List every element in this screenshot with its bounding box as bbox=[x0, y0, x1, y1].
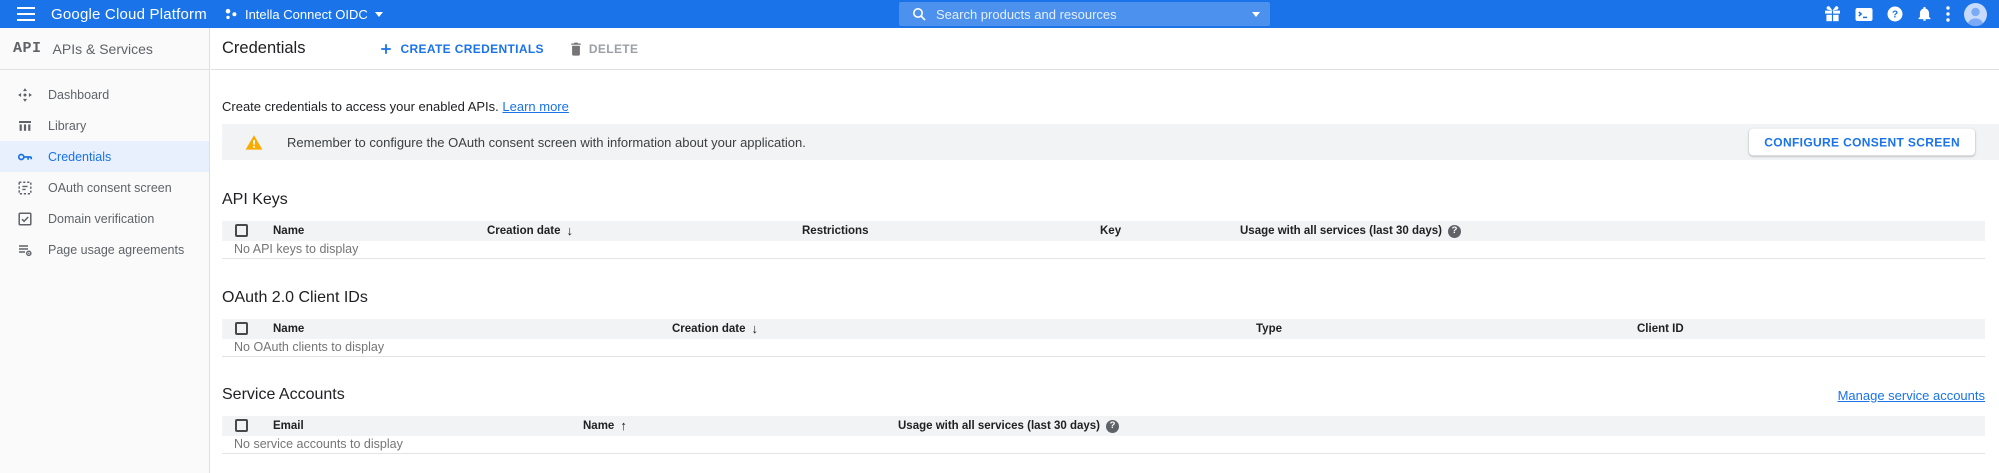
project-name: Intella Connect OIDC bbox=[245, 7, 368, 22]
cloud-shell-icon[interactable] bbox=[1855, 7, 1873, 22]
header-actions: ? bbox=[1824, 0, 1987, 28]
configure-consent-screen-button[interactable]: CONFIGURE CONSENT SCREEN bbox=[1749, 129, 1975, 156]
empty-state-text: No OAuth clients to display bbox=[222, 339, 1985, 357]
avatar[interactable] bbox=[1964, 3, 1987, 26]
service-accounts-header-row: Service Accounts Manage service accounts bbox=[222, 386, 1985, 404]
learn-more-link[interactable]: Learn more bbox=[502, 99, 568, 114]
column-name[interactable]: Name ↑ bbox=[583, 416, 627, 436]
page-title: Credentials bbox=[222, 39, 305, 58]
gift-icon[interactable] bbox=[1824, 6, 1841, 22]
project-icon bbox=[225, 7, 238, 21]
sort-descending-icon: ↓ bbox=[752, 319, 759, 339]
notifications-bell-icon[interactable] bbox=[1917, 6, 1932, 22]
sidebar-item-dashboard[interactable]: Dashboard bbox=[0, 79, 209, 110]
more-options-kebab-icon[interactable] bbox=[1946, 6, 1950, 22]
api-keys-section: API Keys Name Creation date ↓ Restrictio… bbox=[222, 191, 1985, 259]
section-title: API Keys bbox=[222, 191, 1985, 209]
svg-text:?: ? bbox=[1892, 10, 1898, 21]
column-usage[interactable]: Usage with all services (last 30 days) ? bbox=[1240, 221, 1461, 241]
sidebar-item-page-usage-agreements[interactable]: Page usage agreements bbox=[0, 234, 209, 265]
dashboard-icon bbox=[17, 87, 33, 103]
app-header: Google Cloud Platform Intella Connect OI… bbox=[0, 0, 1999, 28]
sidebar-item-label: OAuth consent screen bbox=[48, 181, 172, 195]
column-name[interactable]: Name bbox=[273, 221, 304, 241]
sidebar: API APIs & Services Dashboard Library bbox=[0, 28, 210, 473]
select-all-checkbox[interactable] bbox=[235, 419, 248, 432]
list-gear-icon bbox=[17, 242, 33, 258]
sort-ascending-icon: ↑ bbox=[620, 416, 627, 436]
key-icon bbox=[17, 149, 33, 165]
search-icon bbox=[912, 7, 926, 21]
sidebar-item-library[interactable]: Library bbox=[0, 110, 209, 141]
column-creation-date[interactable]: Creation date ↓ bbox=[487, 221, 573, 241]
intro-text: Create credentials to access your enable… bbox=[222, 99, 1999, 114]
oauth-clients-section: OAuth 2.0 Client IDs Name Creation date … bbox=[222, 289, 1985, 357]
oauth-table-header: Name Creation date ↓ Type Client ID bbox=[222, 319, 1985, 339]
plus-icon bbox=[379, 42, 393, 56]
column-name[interactable]: Name bbox=[273, 319, 304, 339]
section-title: Service Accounts bbox=[222, 386, 345, 404]
main-content: Credentials CREATE CREDENTIALS DELETE Cr… bbox=[211, 28, 1999, 473]
chevron-down-icon bbox=[375, 12, 383, 17]
page-toolbar: Credentials CREATE CREDENTIALS DELETE bbox=[211, 28, 1999, 70]
sidebar-header: API APIs & Services bbox=[0, 28, 209, 70]
project-selector[interactable]: Intella Connect OIDC bbox=[225, 7, 383, 22]
search-bar[interactable] bbox=[899, 2, 1270, 26]
api-logo: API bbox=[13, 40, 42, 57]
checkbox-check-icon bbox=[17, 211, 33, 227]
help-circle-icon[interactable]: ? bbox=[1448, 225, 1461, 238]
select-all-checkbox[interactable] bbox=[235, 224, 248, 237]
api-keys-table-header: Name Creation date ↓ Restrictions Key Us… bbox=[222, 221, 1985, 241]
consent-screen-icon bbox=[17, 180, 33, 196]
help-circle-icon[interactable]: ? bbox=[1106, 420, 1119, 433]
column-client-id[interactable]: Client ID bbox=[1637, 319, 1684, 339]
section-title: OAuth 2.0 Client IDs bbox=[222, 289, 1985, 307]
sidebar-nav: Dashboard Library Credentials bbox=[0, 70, 209, 265]
empty-state-text: No service accounts to display bbox=[222, 436, 1985, 454]
manage-service-accounts-link[interactable]: Manage service accounts bbox=[1838, 388, 1985, 403]
create-credentials-button[interactable]: CREATE CREDENTIALS bbox=[379, 42, 543, 56]
warning-icon bbox=[245, 134, 263, 150]
trash-icon bbox=[570, 42, 582, 56]
oauth-warning-banner: Remember to configure the OAuth consent … bbox=[222, 124, 1999, 160]
sidebar-item-oauth-consent-screen[interactable]: OAuth consent screen bbox=[0, 172, 209, 203]
sort-descending-icon: ↓ bbox=[567, 221, 574, 241]
product-name[interactable]: Google Cloud Platform bbox=[51, 6, 207, 23]
sidebar-item-credentials[interactable]: Credentials bbox=[0, 141, 209, 172]
service-accounts-table-header: Email Name ↑ Usage with all services (la… bbox=[222, 416, 1985, 436]
banner-message: Remember to configure the OAuth consent … bbox=[287, 135, 806, 150]
search-input[interactable] bbox=[936, 7, 1252, 22]
help-icon[interactable]: ? bbox=[1887, 6, 1903, 22]
column-key[interactable]: Key bbox=[1100, 221, 1121, 241]
sidebar-item-label: Dashboard bbox=[48, 88, 109, 102]
empty-state-text: No API keys to display bbox=[222, 241, 1985, 259]
column-creation-date[interactable]: Creation date ↓ bbox=[672, 319, 758, 339]
sidebar-title: APIs & Services bbox=[53, 41, 153, 57]
column-email[interactable]: Email bbox=[273, 416, 304, 436]
library-icon bbox=[17, 118, 33, 134]
chevron-down-icon[interactable] bbox=[1252, 12, 1260, 17]
sidebar-item-domain-verification[interactable]: Domain verification bbox=[0, 203, 209, 234]
column-restrictions[interactable]: Restrictions bbox=[802, 221, 868, 241]
sidebar-item-label: Library bbox=[48, 119, 86, 133]
sidebar-item-label: Domain verification bbox=[48, 212, 154, 226]
service-accounts-section: Service Accounts Manage service accounts… bbox=[222, 386, 1985, 454]
select-all-checkbox[interactable] bbox=[235, 322, 248, 335]
column-usage[interactable]: Usage with all services (last 30 days) ? bbox=[898, 416, 1119, 436]
sidebar-item-label: Page usage agreements bbox=[48, 243, 184, 257]
menu-icon[interactable] bbox=[17, 7, 35, 21]
sidebar-item-label: Credentials bbox=[48, 150, 111, 164]
column-type[interactable]: Type bbox=[1256, 319, 1282, 339]
delete-button[interactable]: DELETE bbox=[570, 42, 638, 56]
